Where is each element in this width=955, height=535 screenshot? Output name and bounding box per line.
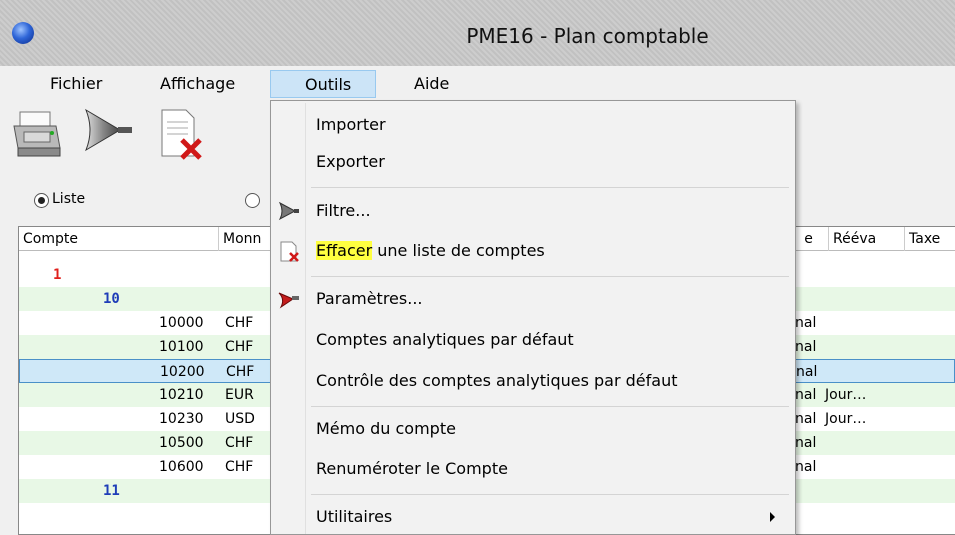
menu-item-parametres-label: Paramètres... — [316, 289, 423, 308]
cell-monnaie: USD — [225, 411, 255, 427]
menu-item-memo-label: Mémo du compte — [316, 419, 456, 438]
menu-item-renumeroter-label: Renuméroter le Compte — [316, 459, 508, 478]
cell-type: nal — [795, 339, 817, 355]
view-options: Liste — [0, 190, 300, 214]
menu-item-controle-comptes-analytiques[interactable]: Contrôle des comptes analytiques par déf… — [271, 363, 795, 399]
wrench-icon — [277, 287, 301, 311]
effacer-highlight: Effacer — [316, 241, 373, 260]
menu-item-renumeroter-compte[interactable]: Renuméroter le Compte — [271, 451, 795, 487]
cell-compte: 10210 — [159, 387, 204, 403]
menu-separator — [311, 494, 789, 495]
radio-liste-label: Liste — [52, 191, 86, 207]
menu-item-importer[interactable]: Importer — [271, 107, 795, 143]
cell-compte: 10500 — [159, 435, 204, 451]
menu-outils[interactable]: Outils — [270, 70, 376, 98]
menu-item-utilitaires-label: Utilitaires — [316, 507, 393, 526]
menu-item-comptes-analytiques-label: Comptes analytiques par défaut — [316, 330, 574, 349]
cell-monnaie: CHF — [226, 364, 255, 380]
menu-item-comptes-analytiques-defaut[interactable]: Comptes analytiques par défaut — [271, 322, 795, 358]
delete-list-icon — [277, 239, 301, 263]
menu-item-exporter[interactable]: Exporter — [271, 144, 795, 180]
menu-separator — [311, 406, 789, 407]
cell-monnaie: CHF — [225, 435, 254, 451]
menu-item-memo-compte[interactable]: Mémo du compte — [271, 411, 795, 447]
outils-dropdown-menu: Importer Exporter Filtre... Effacer une … — [270, 100, 796, 535]
cell-reevaluation: Jour… — [825, 411, 867, 427]
radio-other[interactable] — [245, 193, 260, 208]
menu-separator — [311, 276, 789, 277]
window-title: PME16 - Plan comptable — [466, 24, 709, 48]
menu-affichage[interactable]: Affichage — [150, 70, 245, 98]
menu-item-controle-label: Contrôle des comptes analytiques par déf… — [316, 371, 678, 390]
filter-funnel-icon — [277, 199, 301, 223]
cell-compte: 10100 — [159, 339, 204, 355]
printer-icon[interactable] — [10, 106, 64, 162]
cell-type: nal — [796, 364, 818, 380]
menu-separator — [311, 187, 789, 188]
cell-type: nal — [795, 315, 817, 331]
submenu-arrow-icon — [770, 512, 775, 522]
cell-type: nal — [795, 435, 817, 451]
menu-item-parametres[interactable]: Paramètres... — [271, 281, 795, 317]
menu-item-utilitaires[interactable]: Utilitaires — [271, 499, 795, 535]
cell-monnaie: CHF — [225, 315, 254, 331]
cell-compte: 10230 — [159, 411, 204, 427]
cell-type: nal — [795, 411, 817, 427]
menu-item-effacer-label: Effacer une liste de comptes — [316, 233, 545, 269]
filter-funnel-icon[interactable] — [80, 106, 134, 162]
col-reevaluation[interactable]: Rééva — [829, 227, 905, 251]
delete-list-icon[interactable] — [152, 106, 206, 162]
cell-type: nal — [795, 387, 817, 403]
radio-liste[interactable] — [34, 193, 49, 208]
cell-reevaluation: Jour… — [825, 387, 867, 403]
menu-item-exporter-label: Exporter — [316, 152, 385, 171]
menu-fichier[interactable]: Fichier — [40, 70, 112, 98]
cell-compte: 10000 — [159, 315, 204, 331]
col-taxe[interactable]: Taxe — [905, 227, 955, 251]
col-compte[interactable]: Compte — [19, 227, 219, 251]
cell-compte: 10200 — [160, 364, 205, 380]
menu-item-filtre[interactable]: Filtre... — [271, 193, 795, 229]
cell-compte: 1 — [53, 267, 62, 283]
menu-bar: Fichier Affichage Outils Aide — [0, 66, 955, 100]
title-bar: PME16 - Plan comptable — [0, 0, 955, 66]
menu-item-importer-label: Importer — [316, 115, 386, 134]
cell-compte: 10600 — [159, 459, 204, 475]
cell-monnaie: CHF — [225, 459, 254, 475]
cell-compte: 11 — [103, 483, 120, 499]
effacer-rest: une liste de comptes — [372, 241, 545, 260]
menu-aide[interactable]: Aide — [404, 70, 459, 98]
cell-monnaie: EUR — [225, 387, 254, 403]
menu-item-effacer-liste[interactable]: Effacer une liste de comptes — [271, 233, 795, 269]
cell-compte: 10 — [103, 291, 120, 307]
cell-monnaie: CHF — [225, 339, 254, 355]
menu-item-filtre-label: Filtre... — [316, 201, 371, 220]
cell-type: nal — [795, 459, 817, 475]
